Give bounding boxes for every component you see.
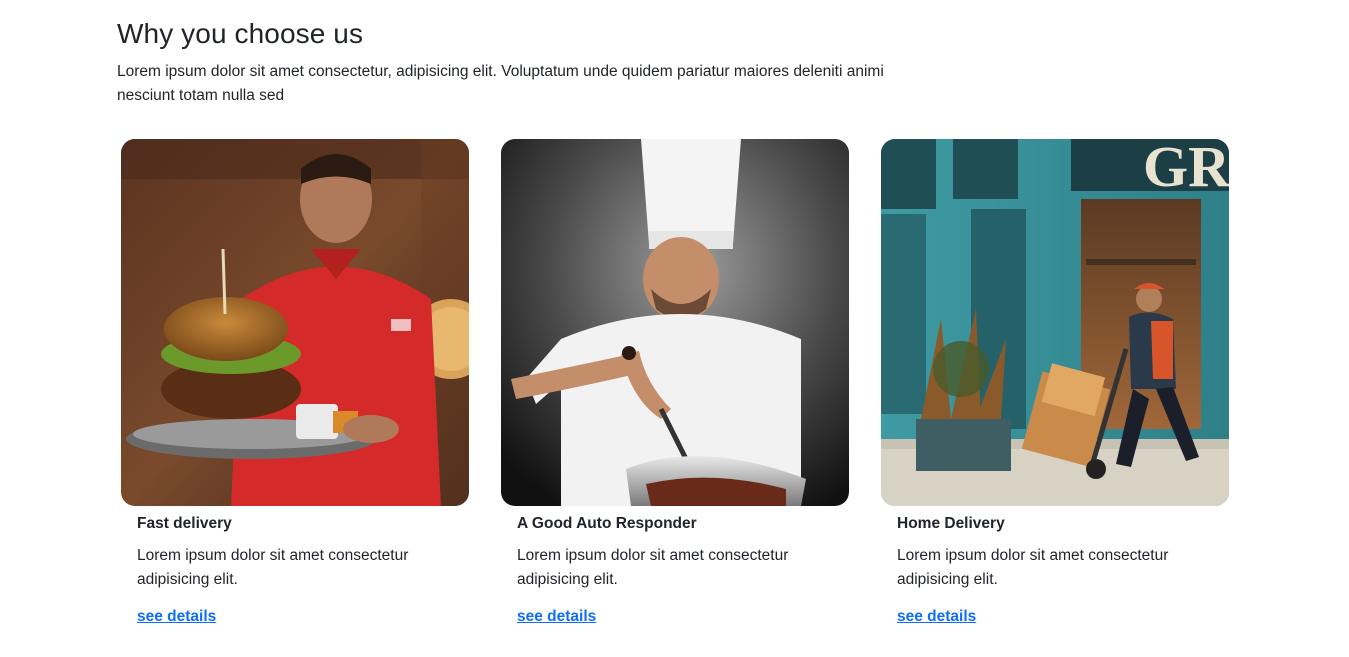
card-description: Lorem ipsum dolor sit amet consectetur a…: [137, 547, 409, 588]
section-title: Why you choose us: [117, 18, 364, 49]
card-title: Home Delivery: [897, 515, 1005, 532]
feature-card-home-delivery: GR Home Delivery Lorem ipsum dolor sit a…: [881, 139, 1229, 625]
feature-card-auto-responder: A Good Auto Responder Lorem ipsum dolor …: [501, 139, 849, 625]
why-choose-us-section: Why you choose us Lorem ipsum dolor sit …: [0, 0, 1349, 657]
courier-photo: GR: [881, 139, 1229, 506]
see-details-link[interactable]: see details: [897, 608, 976, 626]
see-details-link[interactable]: see details: [137, 608, 216, 626]
svg-text:GR: GR: [1143, 139, 1229, 199]
card-description: Lorem ipsum dolor sit amet consectetur a…: [517, 547, 789, 588]
burger-server-photo: [121, 139, 469, 506]
chef-photo: [501, 139, 849, 506]
card-title: A Good Auto Responder: [517, 515, 697, 532]
feature-card-fast-delivery: Fast delivery Lorem ipsum dolor sit amet…: [121, 139, 469, 625]
section-intro: Lorem ipsum dolor sit amet consectetur, …: [117, 63, 884, 104]
see-details-link[interactable]: see details: [517, 608, 596, 626]
card-title: Fast delivery: [137, 515, 232, 532]
card-description: Lorem ipsum dolor sit amet consectetur a…: [897, 547, 1169, 588]
